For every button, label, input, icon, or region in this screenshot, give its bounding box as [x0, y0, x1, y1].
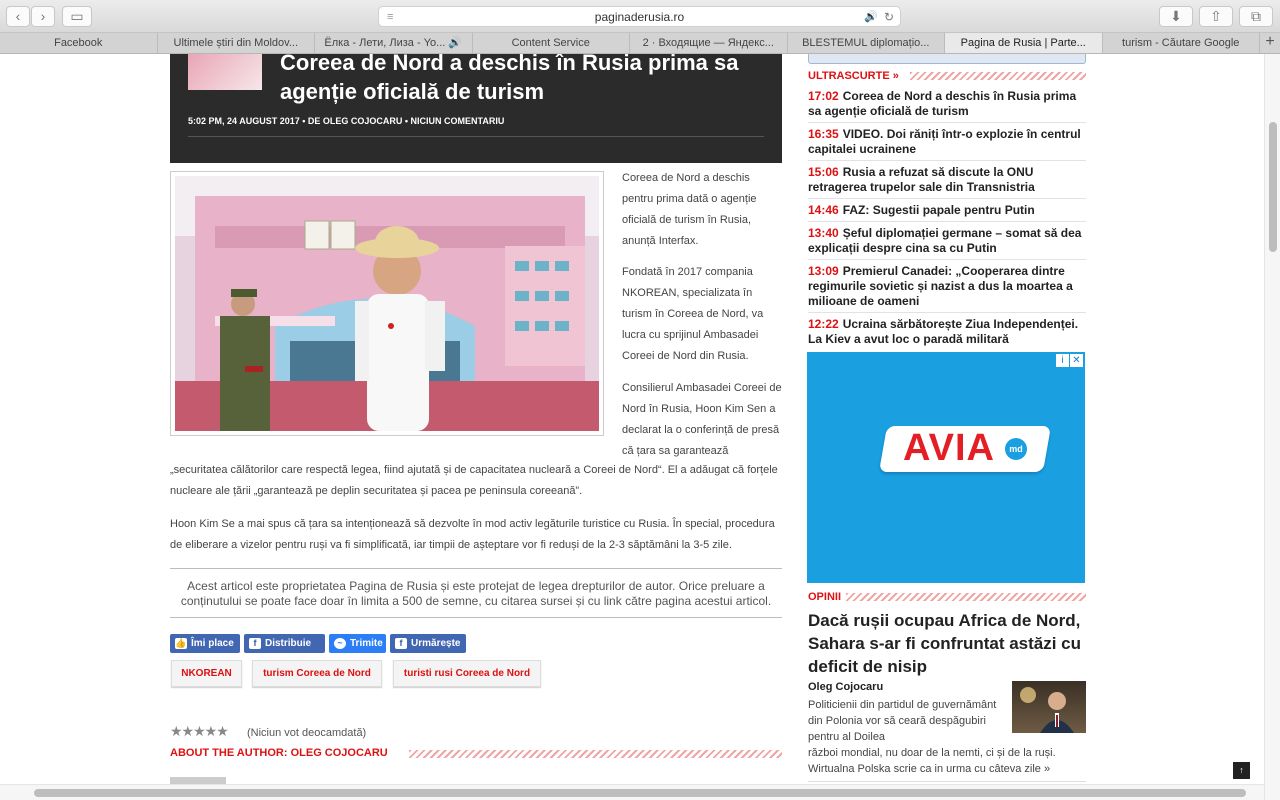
- thumbs-up-icon: 👍: [175, 638, 187, 649]
- avatar-illustration: [1020, 687, 1074, 733]
- opinion-author[interactable]: Oleg Cojocaru: [808, 681, 883, 693]
- paragraph-3: Consilierul Ambasadei Coreei de Nord în …: [622, 382, 782, 457]
- rating-stars[interactable]: ★★★★★: [170, 723, 229, 740]
- browser-tab[interactable]: BLESTEMUL diplomațio...: [788, 33, 945, 53]
- news-item[interactable]: 13:09 Premierul Canadei: „Cooperarea dint…: [808, 264, 1086, 313]
- divider: [808, 781, 1086, 782]
- browser-tab[interactable]: turism - Căutare Google: [1103, 33, 1260, 53]
- new-tab-button[interactable]: +: [1260, 33, 1280, 53]
- ad-info-icon[interactable]: i: [1056, 354, 1069, 367]
- back-button[interactable]: ‹: [6, 6, 30, 27]
- ultrascurte-heading[interactable]: ULTRASCURTE »: [808, 70, 899, 82]
- article-header: Coreea de Nord a deschis în Rusia prima …: [170, 54, 782, 163]
- facebook-icon: f: [249, 638, 261, 649]
- tag-nkorean[interactable]: NKOREAN: [171, 660, 242, 687]
- ad-close-icon[interactable]: ✕: [1070, 354, 1083, 367]
- share-facebook-button[interactable]: fDistribuie 1: [244, 634, 325, 668]
- vertical-scrollbar[interactable]: [1264, 54, 1280, 800]
- browser-tab[interactable]: Ёлка - Лети, Лиза - Yo... 🔊: [315, 33, 473, 53]
- reload-icon[interactable]: ↻: [884, 7, 894, 27]
- browser-toolbar: ‹ › ▭ ≡ paginaderusia.ro 🔊 ↻ ⬇ ⇧ ⧉: [0, 0, 1280, 33]
- like-button[interactable]: 👍 Îmi place: [170, 634, 240, 653]
- tag-turisti-rusi[interactable]: turisti rusi Coreea de Nord: [393, 660, 541, 687]
- browser-tab[interactable]: Pagina de Rusia | Parte...: [945, 33, 1103, 53]
- downloads-button[interactable]: ⬇: [1159, 6, 1193, 27]
- url-text: paginaderusia.ro: [594, 10, 685, 24]
- copyright-notice: Acest articol este proprietatea Pagina d…: [170, 568, 782, 618]
- rating-text: (Niciun vot deocamdată): [247, 727, 367, 739]
- avia-ad-banner[interactable]: i ✕ AVIA md: [807, 352, 1085, 583]
- article-meta: 5:02 PM, 24 AUGUST 2017 • DE OLEG COJOCA…: [188, 116, 505, 126]
- vertical-scroll-thumb[interactable]: [1269, 122, 1277, 252]
- share-page-button[interactable]: ⇧: [1199, 6, 1233, 27]
- reader-icon[interactable]: ≡: [387, 7, 393, 27]
- horizontal-scroll-thumb[interactable]: [34, 789, 1246, 797]
- news-item[interactable]: 14:46 FAZ: Sugestii papale pentru Putin: [808, 203, 1086, 222]
- paragraph-1: Coreea de Nord a deschis pentru prima da…: [622, 172, 757, 247]
- page-content: Coreea de Nord a deschis în Rusia prima …: [0, 54, 1280, 800]
- ad-controls: i ✕: [1056, 354, 1083, 367]
- opinii-heading[interactable]: OPINII: [808, 591, 841, 603]
- forward-button[interactable]: ›: [31, 6, 55, 27]
- article-photo[interactable]: [170, 171, 604, 436]
- tabs-overview-button[interactable]: ⧉: [1239, 6, 1273, 27]
- news-item[interactable]: 17:02 Coreea de Nord a deschis în Rusia p…: [808, 89, 1086, 123]
- photo-illustration: [175, 176, 599, 431]
- follow-button[interactable]: f Urmărește: [390, 634, 466, 653]
- ad-brand: AVIA: [903, 427, 995, 469]
- messenger-send-button[interactable]: ~ Trimite: [329, 634, 386, 653]
- browser-tab[interactable]: Facebook: [0, 33, 158, 53]
- decorative-stripes: [409, 750, 782, 758]
- browser-tab[interactable]: 2 · Входящие — Яндекс...: [630, 33, 788, 53]
- ad-brand-suffix: md: [1005, 438, 1027, 460]
- news-item[interactable]: 16:35 VIDEO. Doi răniți într-o explozie î…: [808, 127, 1086, 161]
- paragraph-2: Fondată în 2017 compania NKOREAN, specia…: [622, 266, 764, 362]
- browser-tab[interactable]: Content Service: [473, 33, 630, 53]
- news-item[interactable]: 12:22 Ucraina sărbătorește Ziua Independe…: [808, 317, 1086, 350]
- horizontal-scrollbar[interactable]: [0, 784, 1264, 800]
- messenger-icon: ~: [334, 638, 346, 649]
- speaker-icon[interactable]: 🔊: [864, 7, 878, 27]
- opinion-title[interactable]: Dacă rușii ocupau Africa de Nord, Sahara…: [808, 609, 1088, 678]
- news-item[interactable]: 15:06 Rusia a refuzat să discute la ONU r…: [808, 165, 1086, 199]
- news-item[interactable]: 13:40 Șeful diplomației germane – somat s…: [808, 226, 1086, 260]
- tab-bar: Facebook Ultimele știri din Moldov... Ёлка…: [0, 33, 1280, 54]
- back-to-top-button[interactable]: ↑: [1233, 762, 1250, 779]
- tag-turism-coreea[interactable]: turism Coreea de Nord: [252, 660, 382, 687]
- divider: [188, 136, 764, 137]
- article-title: Coreea de Nord a deschis în Rusia prima …: [280, 54, 739, 104]
- author-avatar[interactable]: [1012, 681, 1086, 733]
- browser-tab[interactable]: Ultimele știri din Moldov...: [158, 33, 315, 53]
- address-bar[interactable]: ≡ paginaderusia.ro 🔊 ↻: [378, 6, 901, 27]
- opinion-excerpt: Politicienii din partidul de guvernământ…: [808, 699, 997, 743]
- about-author-heading: ABOUT THE AUTHOR: OLEG COJOCARU: [170, 747, 388, 759]
- paragraph-3-continued: „securitatea călătorilor care respectă l…: [170, 464, 778, 497]
- opinion-excerpt-continued: război mondial, nu doar de la nemti, ci …: [808, 747, 1056, 775]
- sidebar-search-edge: [808, 54, 1086, 64]
- decorative-stripes: [846, 593, 1086, 601]
- header-thumbnail[interactable]: [188, 54, 262, 90]
- paragraph-4: Hoon Kim Se a mai spus că țara sa intenț…: [170, 518, 775, 551]
- facebook-icon: f: [395, 638, 407, 649]
- sidebar-toggle-button[interactable]: ▭: [62, 6, 92, 27]
- decorative-stripes: [910, 72, 1086, 80]
